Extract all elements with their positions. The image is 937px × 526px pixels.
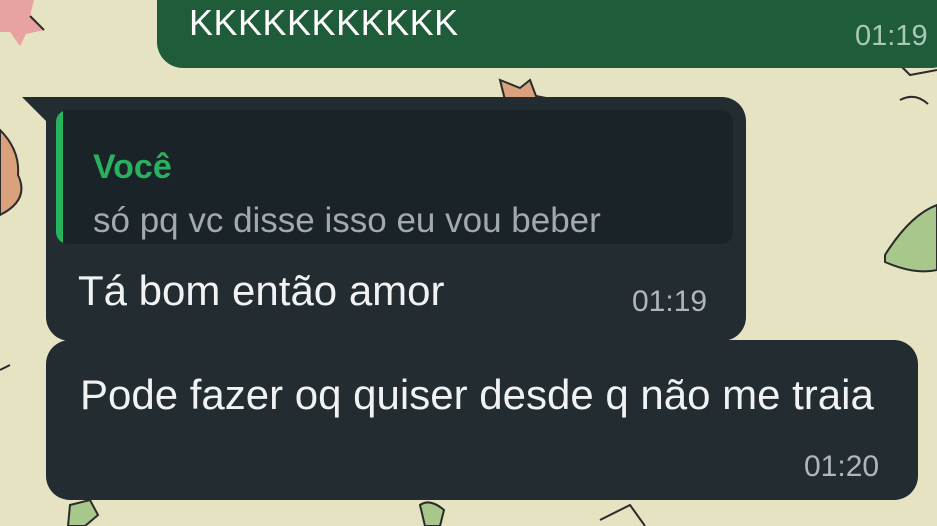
message-timestamp: 01:19 [855, 20, 928, 52]
message-bubble-incoming[interactable]: Você só pq vc disse isso eu vou beber Tá… [46, 97, 746, 341]
message-text: Tá bom então amor [78, 267, 445, 314]
quoted-author: Você [93, 148, 172, 186]
message-bubble-incoming[interactable]: Pode fazer oq quiser desde q não me trai… [46, 340, 918, 500]
bubble-tail [22, 97, 48, 123]
message-timestamp: 01:19 [632, 285, 708, 318]
quote-accent-bar [56, 110, 63, 244]
message-timestamp: 01:20 [804, 450, 880, 483]
message-bubble-outgoing[interactable]: KKKKKKKKKKK 01:19 [157, 0, 937, 68]
message-text: KKKKKKKKKKK [189, 2, 459, 43]
quoted-reply[interactable]: Você só pq vc disse isso eu vou beber [56, 110, 733, 244]
quoted-text: só pq vc disse isso eu vou beber [93, 201, 601, 240]
message-text: Pode fazer oq quiser desde q não me trai… [80, 371, 874, 418]
